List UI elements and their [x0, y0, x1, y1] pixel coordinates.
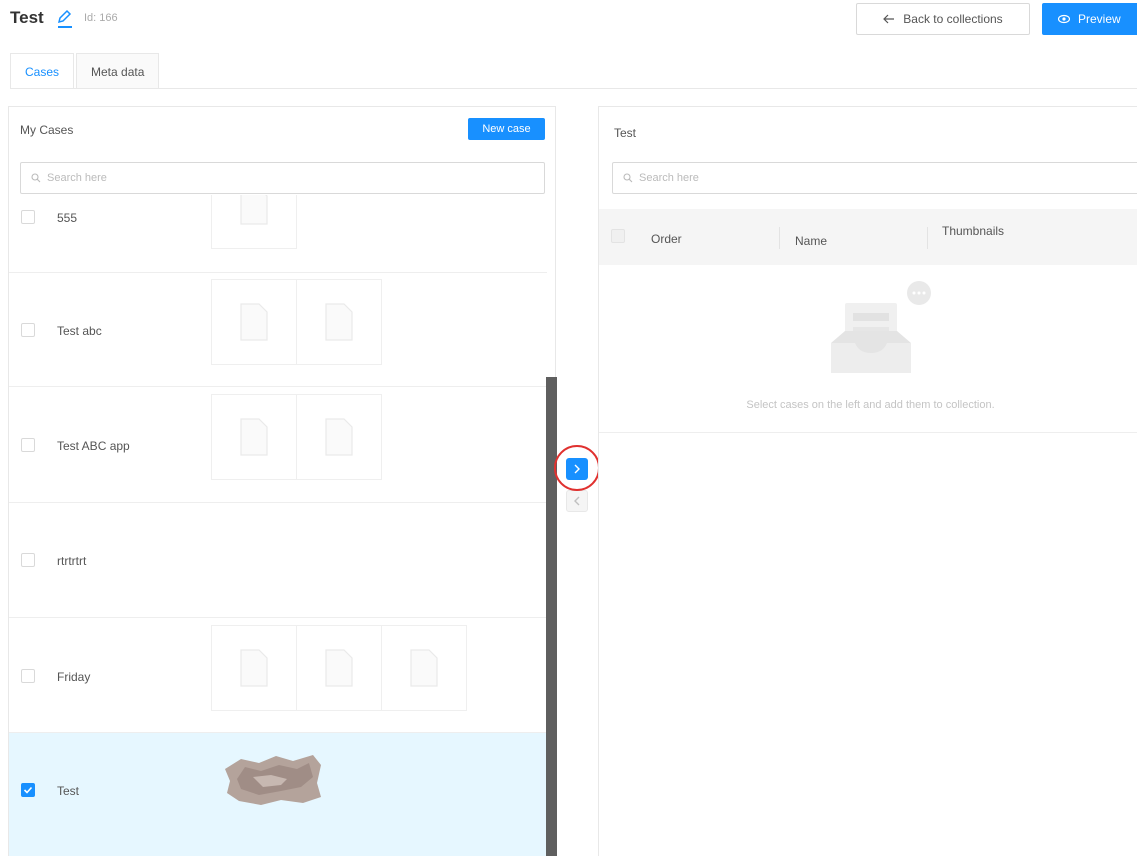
- document-icon: [240, 418, 268, 456]
- column-name[interactable]: Name: [795, 234, 827, 248]
- page-header: Test Id: 166 Back to collections Preview: [0, 0, 1137, 44]
- case-thumbnail: [211, 195, 297, 249]
- column-order[interactable]: Order: [651, 232, 682, 246]
- collection-id: Id: 166: [84, 12, 118, 24]
- case-name: Test: [57, 784, 80, 798]
- document-icon: [325, 303, 353, 341]
- check-icon: [23, 786, 33, 794]
- tab-bar: Cases Meta data: [10, 53, 161, 89]
- new-case-button[interactable]: New case: [468, 118, 545, 140]
- search-icon: [623, 173, 633, 183]
- table-header: Order Name Thumbnails: [599, 209, 1137, 265]
- document-icon: [325, 418, 353, 456]
- case-list: 555 Test abc Test ABC app rtrtrtrt Frida…: [9, 195, 547, 856]
- my-cases-panel: My Cases New case Search here 555 Test a…: [8, 106, 556, 856]
- case-name: rtrtrtrt: [57, 554, 87, 568]
- search-placeholder: Search here: [47, 172, 107, 184]
- left-scrollbar[interactable]: [546, 377, 557, 856]
- case-thumbnail: [211, 394, 297, 480]
- chevron-left-icon: [574, 496, 580, 506]
- collection-title: Test: [614, 126, 637, 140]
- column-divider: [927, 227, 928, 249]
- document-icon: [240, 195, 268, 225]
- case-thumbnail: [296, 625, 382, 711]
- arrow-left-icon: [883, 14, 895, 24]
- empty-state-text: Select cases on the left and add them to…: [746, 399, 995, 411]
- document-icon: [240, 303, 268, 341]
- page-title: Test: [10, 8, 44, 27]
- row-checkbox[interactable]: [21, 438, 35, 452]
- highlight-circle: [554, 445, 600, 491]
- case-name: Friday: [57, 670, 91, 684]
- tabs-divider: [10, 88, 1137, 89]
- title-underline: [58, 26, 72, 28]
- back-to-collections-button[interactable]: Back to collections: [856, 3, 1030, 35]
- search-placeholder: Search here: [639, 172, 699, 184]
- case-photo-thumbnail: [225, 755, 321, 805]
- empty-state: Select cases on the left and add them to…: [599, 265, 1137, 433]
- preview-label: Preview: [1078, 12, 1121, 26]
- case-thumbnail: [381, 625, 467, 711]
- collection-panel: Test Search here Order Name Thumbnails S…: [598, 106, 1137, 856]
- case-name: Test abc: [57, 324, 102, 338]
- row-checkbox[interactable]: [21, 210, 35, 224]
- list-item[interactable]: Test abc: [9, 273, 547, 387]
- document-icon: [325, 649, 353, 687]
- preview-button[interactable]: Preview: [1042, 3, 1137, 35]
- row-checkbox[interactable]: [21, 553, 35, 567]
- case-thumbnail: [211, 625, 297, 711]
- row-checkbox[interactable]: [21, 783, 35, 797]
- document-icon: [240, 649, 268, 687]
- list-item[interactable]: Test ABC app: [9, 387, 547, 503]
- collection-search-input[interactable]: Search here: [612, 162, 1137, 194]
- my-cases-header: My Cases New case: [9, 107, 555, 151]
- case-name: 555: [57, 211, 78, 225]
- search-icon: [31, 173, 41, 183]
- case-thumbnail: [296, 394, 382, 480]
- tab-cases[interactable]: Cases: [10, 53, 75, 89]
- empty-inbox-icon: [831, 281, 931, 373]
- eye-icon: [1058, 14, 1070, 24]
- list-item[interactable]: Test: [9, 733, 547, 856]
- list-item[interactable]: rtrtrtrt: [9, 503, 547, 618]
- document-icon: [410, 649, 438, 687]
- cases-search-input[interactable]: Search here: [20, 162, 545, 194]
- case-thumbnail: [296, 279, 382, 365]
- row-checkbox[interactable]: [21, 669, 35, 683]
- back-label: Back to collections: [903, 12, 1003, 26]
- column-thumbnails[interactable]: Thumbnails: [942, 224, 1004, 238]
- tab-meta-data[interactable]: Meta data: [76, 53, 160, 89]
- row-checkbox[interactable]: [21, 323, 35, 337]
- column-divider: [779, 227, 780, 249]
- move-left-button[interactable]: [566, 490, 588, 512]
- edit-icon[interactable]: [55, 8, 73, 26]
- list-item[interactable]: Friday: [9, 618, 547, 733]
- select-all-checkbox[interactable]: [611, 229, 625, 243]
- case-thumbnail: [211, 279, 297, 365]
- list-item[interactable]: 555: [9, 195, 547, 273]
- my-cases-title: My Cases: [20, 123, 74, 137]
- case-name: Test ABC app: [57, 439, 130, 453]
